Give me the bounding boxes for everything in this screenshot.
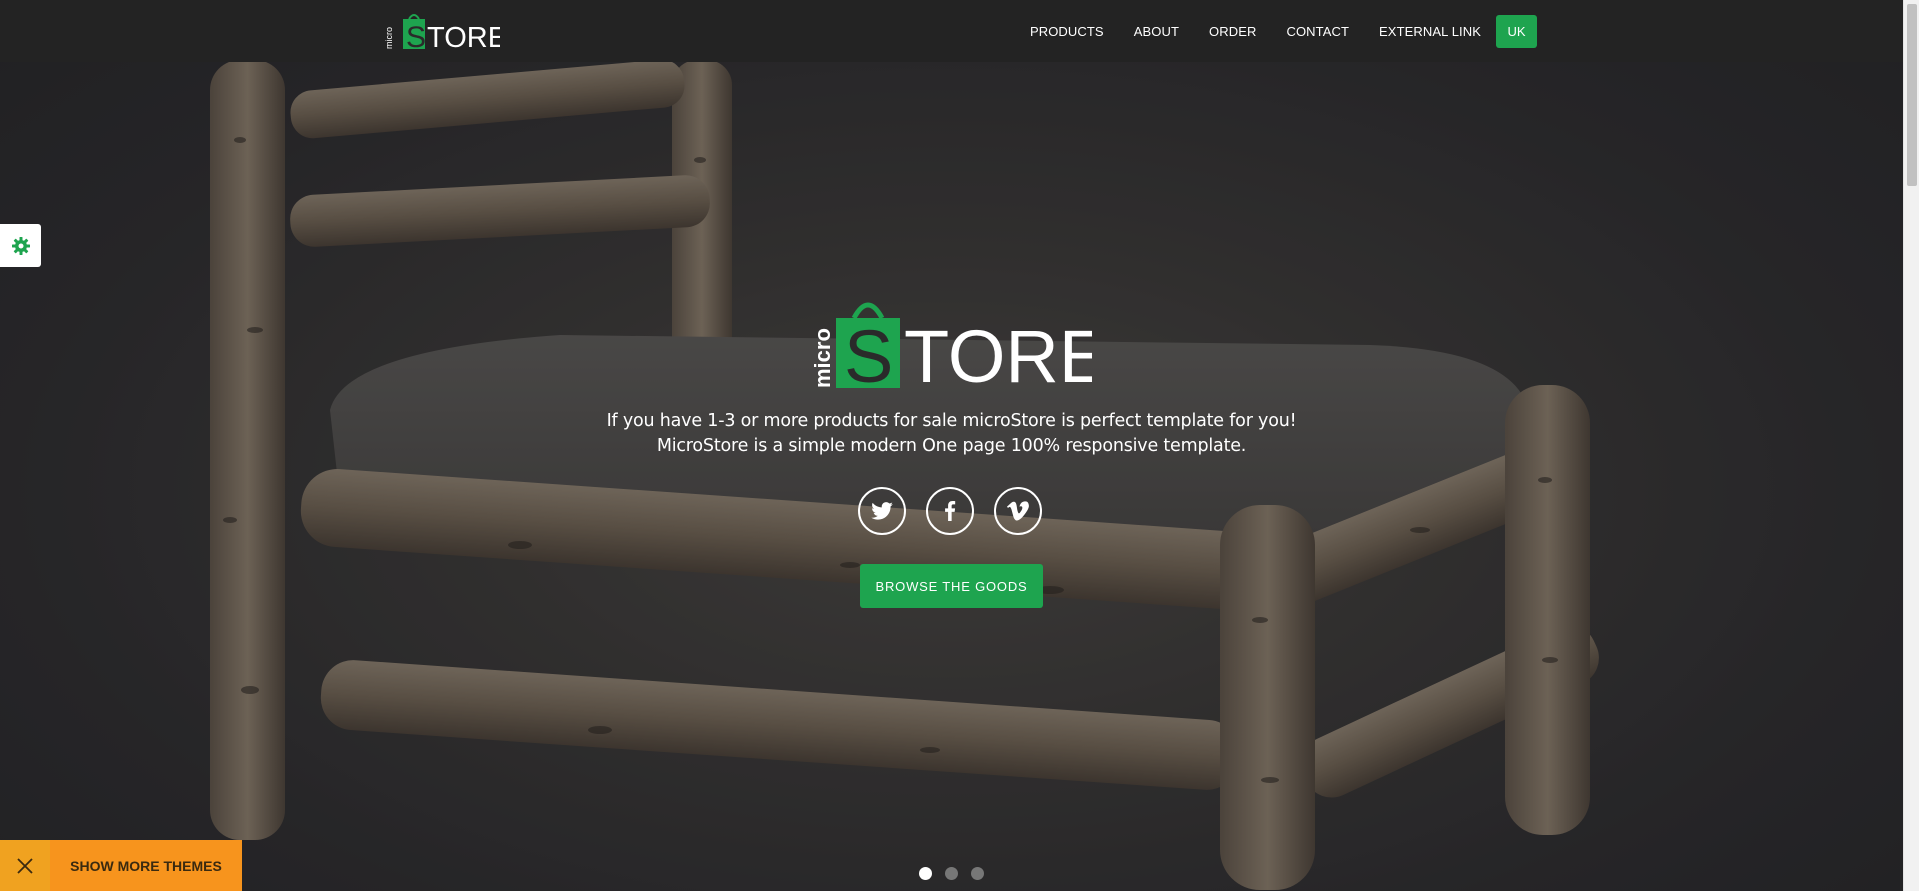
show-more-themes-button[interactable]: SHOW MORE THEMES: [50, 840, 242, 891]
slider-dot-3[interactable]: [971, 867, 984, 880]
svg-text:micro: micro: [385, 27, 394, 49]
gear-icon: [11, 236, 30, 255]
social-links: [858, 487, 1042, 535]
facebook-button[interactable]: [926, 487, 974, 535]
main-nav: PRODUCTS ABOUT ORDER CONTACT EXTERNAL LI…: [1000, 15, 1537, 48]
browse-goods-button[interactable]: BROWSE THE GOODS: [860, 564, 1043, 608]
site-logo[interactable]: micro S TORE: [385, 11, 500, 51]
twitter-icon: [871, 502, 893, 520]
scrollbar-thumb[interactable]: [1907, 4, 1917, 186]
svg-text:S: S: [406, 21, 426, 51]
nav-products[interactable]: PRODUCTS: [1030, 24, 1104, 39]
themes-close-button[interactable]: [0, 840, 50, 891]
hero-line-2: MicroStore is a simple modern One page 1…: [656, 436, 1247, 456]
slider-dot-2[interactable]: [945, 867, 958, 880]
top-navbar: micro S TORE PRODUCTS ABOUT ORDER CONTAC…: [0, 0, 1903, 62]
nav-order[interactable]: ORDER: [1209, 24, 1256, 39]
show-more-themes-bar: SHOW MORE THEMES: [0, 840, 242, 891]
svg-text:micro: micro: [812, 328, 835, 388]
nav-contact[interactable]: CONTACT: [1286, 24, 1349, 39]
vimeo-button[interactable]: [994, 487, 1042, 535]
slider-dots: [919, 867, 984, 880]
vimeo-icon: [1007, 501, 1029, 521]
hero-description: If you have 1-3 or more products for sal…: [560, 409, 1343, 459]
language-button[interactable]: UK: [1496, 15, 1537, 48]
facebook-icon: [945, 501, 956, 521]
hero-logo: micro S TORE: [812, 302, 1092, 390]
svg-text:TORE: TORE: [427, 22, 500, 51]
close-icon: [17, 857, 33, 874]
settings-tab[interactable]: [0, 224, 41, 267]
twitter-button[interactable]: [858, 487, 906, 535]
hero-line-1: If you have 1-3 or more products for sal…: [606, 411, 1297, 431]
slider-dot-1[interactable]: [919, 867, 932, 880]
svg-text:S: S: [844, 315, 893, 390]
page-scrollbar[interactable]: [1903, 0, 1919, 891]
nav-external-link[interactable]: EXTERNAL LINK: [1379, 24, 1481, 39]
svg-text:TORE: TORE: [904, 315, 1092, 390]
nav-about[interactable]: ABOUT: [1134, 24, 1179, 39]
